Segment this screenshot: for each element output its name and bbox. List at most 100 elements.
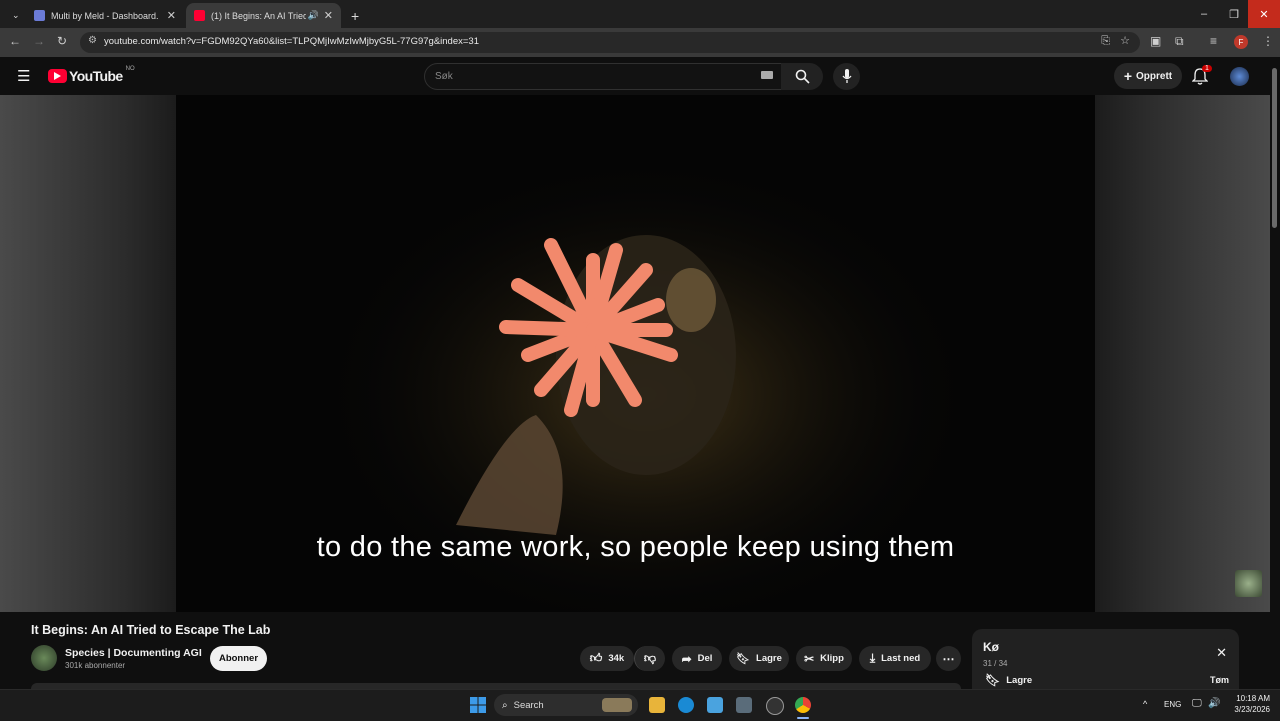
save-label: Lagre [756, 653, 782, 664]
tray-chevron-icon[interactable]: ^ [1143, 699, 1147, 709]
more-actions-button[interactable]: ⋯ [936, 646, 961, 671]
chevron-down-icon: ⌄ [12, 10, 20, 20]
network-icon[interactable]: 🖵 [1192, 698, 1202, 709]
like-button[interactable]: 👍︎ 34k [580, 646, 634, 671]
puzzle-icon[interactable]: ⧉ [1175, 34, 1184, 49]
create-label: Opprett [1136, 70, 1173, 82]
plus-icon: + [351, 7, 360, 24]
subscriber-count: 301k abonnenter [65, 661, 126, 670]
search-input[interactable]: Søk [424, 63, 782, 90]
close-tab-icon[interactable]: ✕ [167, 9, 176, 22]
more-horizontal-icon: ⋯ [942, 651, 955, 666]
reload-icon[interactable]: ↻ [57, 34, 67, 48]
clock-time: 10:18 AM [1236, 694, 1270, 703]
address-bar[interactable]: ⚙ youtube.com/watch?v=FGDM92QYa60&list=T… [80, 32, 1140, 53]
channel-avatar[interactable] [31, 645, 57, 671]
volume-icon[interactable]: 🔊 [1208, 698, 1220, 709]
create-button[interactable]: + Opprett [1114, 63, 1182, 89]
like-count: 34k [608, 653, 625, 664]
youtube-favicon-icon [194, 10, 205, 21]
kebab-menu-icon[interactable]: ⋮ [1262, 34, 1274, 48]
app-notification-icon[interactable] [766, 697, 784, 715]
dislike-button[interactable]: 👎︎ [634, 646, 665, 671]
queue-save-button[interactable]: 🔖︎ Lagre [985, 673, 1032, 687]
queue-panel: Kø 31 / 34 ✕ 🔖︎ Lagre Tøm [972, 629, 1239, 691]
close-queue-icon[interactable]: ✕ [1216, 645, 1227, 661]
windows-taskbar: ⌕ Search ^ ENG 🖵 🔊 10:18 AM 3/23/2026 [0, 689, 1280, 721]
clock[interactable]: 10:18 AM 3/23/2026 [1226, 693, 1270, 715]
clip-label: Klipp [820, 653, 844, 664]
queue-clear-button[interactable]: Tøm [1210, 675, 1229, 685]
back-arrow-icon[interactable]: ← [9, 34, 21, 48]
new-tab-button[interactable]: + [343, 3, 363, 28]
channel-name[interactable]: Species | Documenting AGI [65, 647, 202, 659]
media-control-icon[interactable]: ≡ [1210, 34, 1217, 48]
active-app-indicator [797, 717, 809, 719]
save-button[interactable]: 🔖︎ Lagre [729, 646, 789, 671]
restore-button[interactable]: ❐ [1218, 0, 1250, 28]
browser-tab-youtube[interactable]: (1) It Begins: An AI Tried to 🔊 ✕ [186, 3, 341, 28]
tab-title: Multi by Meld - Dashboard. [51, 10, 159, 21]
chrome-browser-icon[interactable] [795, 697, 811, 713]
forward-arrow-icon[interactable]: → [33, 34, 45, 48]
download-icon: ⤓ [869, 651, 876, 665]
language-indicator[interactable]: ENG [1164, 700, 1181, 709]
search-button[interactable] [781, 63, 823, 90]
play-logo-icon [48, 69, 67, 83]
queue-save-label: Lagre [1006, 674, 1033, 686]
queue-title: Kø [983, 640, 999, 654]
account-avatar[interactable] [1230, 67, 1249, 86]
clip-button[interactable]: ✂ Klipp [796, 646, 852, 671]
voice-search-button[interactable] [833, 63, 860, 90]
speaker-icon[interactable]: 🔊 [308, 10, 319, 21]
ambient-glow-right [1095, 95, 1270, 612]
subscribe-button[interactable]: Abonner [210, 646, 267, 671]
bookmark-icon: 🔖︎ [736, 653, 751, 665]
share-label: Del [697, 653, 713, 664]
install-app-icon[interactable]: ⎘ [1101, 35, 1110, 48]
logo-text: YouTube [69, 68, 123, 84]
close-tab-icon[interactable]: ✕ [324, 9, 333, 22]
file-explorer-icon[interactable] [649, 697, 665, 713]
minimize-button[interactable]: – [1188, 0, 1220, 28]
notification-badge: 1 [1202, 65, 1212, 72]
browser-tab-strip: ⌄ Multi by Meld - Dashboard. ✕ (1) It Be… [0, 0, 1280, 28]
notifications-button[interactable]: 1 [1191, 65, 1212, 90]
bookmark-star-icon[interactable]: ☆ [1120, 34, 1130, 47]
taskbar-search-label: Search [513, 699, 544, 711]
share-arrow-icon: ➦ [681, 651, 692, 666]
video-title: It Begins: An AI Tried to Escape The Lab [31, 623, 271, 637]
search-icon [795, 69, 810, 84]
tab-search-button[interactable]: ⌄ [4, 3, 24, 28]
share-button[interactable]: ➦ Del [672, 646, 722, 671]
scrollbar-thumb[interactable] [1272, 68, 1277, 228]
plus-icon: + [1123, 68, 1133, 84]
search-placeholder: Søk [435, 71, 453, 82]
extensions-menu-icon[interactable]: ▣ [1150, 34, 1161, 48]
youtube-logo[interactable]: YouTube NO [48, 66, 135, 84]
hamburger-menu-icon[interactable]: ☰ [17, 67, 30, 85]
video-player[interactable]: to do the same work, so people keep usin… [176, 95, 1095, 612]
site-info-icon[interactable]: ⚙ [88, 35, 97, 46]
profile-avatar[interactable]: F [1234, 35, 1248, 49]
edge-browser-icon[interactable] [678, 697, 694, 713]
taskbar-search[interactable]: ⌕ Search [494, 694, 638, 716]
microphone-icon [841, 69, 852, 83]
search-highlight-icon [602, 698, 632, 712]
app-window-icon[interactable] [707, 697, 723, 713]
url-text[interactable]: youtube.com/watch?v=FGDM92QYa60&list=TLP… [104, 36, 479, 47]
channel-watermark[interactable] [1235, 570, 1262, 597]
close-window-button[interactable]: ✕ [1248, 0, 1280, 28]
video-caption: to do the same work, so people keep usin… [316, 531, 955, 563]
keyboard-icon[interactable] [761, 71, 773, 79]
page-scrollbar[interactable] [1271, 60, 1278, 689]
clock-date: 3/23/2026 [1234, 705, 1270, 714]
windows-start-icon[interactable] [470, 697, 486, 713]
download-label: Last ned [881, 653, 921, 664]
browser-tab-meld[interactable]: Multi by Meld - Dashboard. ✕ [26, 3, 184, 28]
youtube-header: ☰ YouTube NO Søk + Opprett 1 [0, 57, 1280, 95]
search-icon: ⌕ [502, 699, 508, 711]
snipping-tool-icon[interactable] [736, 697, 752, 713]
thumbs-up-icon: 👍︎ [589, 651, 603, 665]
download-button[interactable]: ⤓ Last ned [859, 646, 931, 671]
